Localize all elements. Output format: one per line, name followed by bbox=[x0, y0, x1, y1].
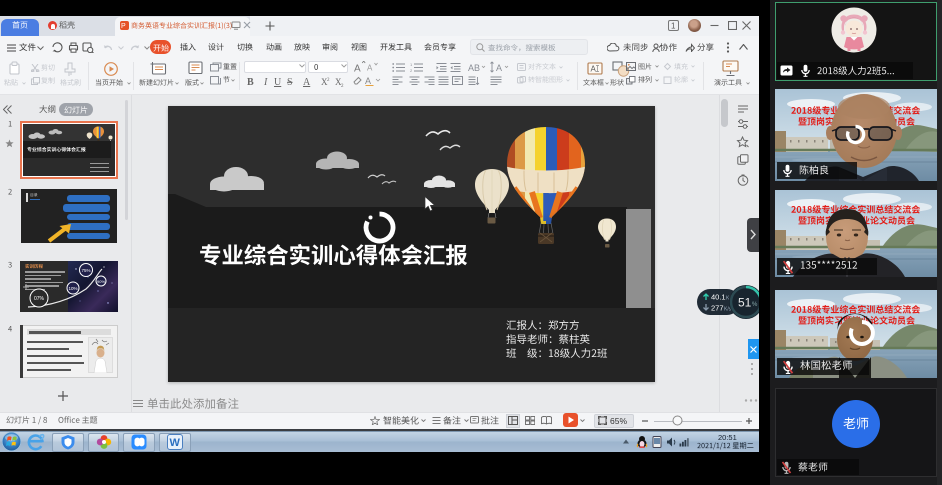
svg-text:W: W bbox=[170, 437, 181, 449]
svg-text:S: S bbox=[287, 77, 293, 87]
svg-text:2: 2 bbox=[341, 84, 344, 87]
svg-text:1: 1 bbox=[410, 62, 413, 67]
svg-text:277: 277 bbox=[711, 304, 724, 313]
svg-text:A: A bbox=[365, 76, 371, 86]
svg-text:2: 2 bbox=[410, 68, 413, 72]
svg-text:I: I bbox=[263, 77, 268, 87]
svg-text:A: A bbox=[303, 77, 311, 87]
svg-text:07%: 07% bbox=[34, 296, 45, 302]
svg-text:P: P bbox=[121, 23, 126, 29]
svg-text:51: 51 bbox=[738, 296, 752, 310]
svg-text:10%: 10% bbox=[69, 286, 78, 291]
svg-text:AB: AB bbox=[468, 63, 480, 73]
svg-text:A: A bbox=[496, 63, 502, 73]
svg-text:A: A bbox=[367, 64, 373, 73]
svg-text:B: B bbox=[247, 77, 254, 87]
svg-text:2: 2 bbox=[327, 78, 330, 83]
svg-text:1: 1 bbox=[671, 22, 676, 31]
svg-text:A: A bbox=[354, 64, 361, 74]
svg-text:75%: 75% bbox=[82, 268, 91, 273]
svg-text:U: U bbox=[274, 77, 282, 87]
svg-text:90%: 90% bbox=[97, 279, 105, 284]
svg-text:%: % bbox=[752, 302, 758, 308]
svg-text:40.1: 40.1 bbox=[711, 293, 726, 302]
svg-text:65%: 65% bbox=[610, 416, 627, 425]
svg-text:A: A bbox=[591, 65, 597, 74]
